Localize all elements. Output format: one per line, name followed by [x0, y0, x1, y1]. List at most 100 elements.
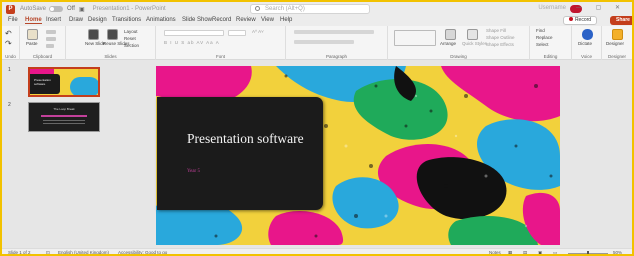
quick-styles-label: Quick Styles	[462, 41, 488, 46]
find-button[interactable]: Find	[536, 28, 545, 33]
slides-group-label: Slides	[104, 54, 117, 59]
tab-transitions[interactable]: Transitions	[112, 17, 141, 23]
list-buttons[interactable]	[294, 30, 374, 34]
tab-draw[interactable]: Draw	[69, 17, 83, 23]
title-bar: P AutoSave Off ▣ Presentation1 - PowerPo…	[2, 2, 632, 16]
shape-fill-button[interactable]: Shape Fill	[486, 28, 506, 33]
tab-review[interactable]: Review	[236, 17, 256, 23]
zoom-level[interactable]: 50%	[613, 250, 622, 255]
undo-group-label: Undo	[5, 54, 16, 59]
slide-counter: Slide 1 of 2	[8, 250, 31, 255]
accessibility-status[interactable]: Accessibility: Good to go	[118, 250, 167, 255]
tab-design[interactable]: Design	[88, 17, 107, 23]
font-family-select[interactable]	[164, 30, 224, 36]
designer-group: Designer Designer	[602, 26, 632, 60]
notes-button[interactable]: Notes	[489, 250, 501, 255]
reset-button[interactable]: Reset	[124, 36, 136, 41]
drawing-group: Arrange Quick Styles Shape Fill Shape Ou…	[388, 26, 530, 60]
record-button[interactable]: Record	[563, 16, 597, 25]
editing-group-label: Editing	[543, 54, 558, 59]
layout-button[interactable]: Layout	[124, 29, 138, 34]
tab-record[interactable]: Record	[212, 17, 231, 23]
tab-insert[interactable]: Insert	[46, 17, 61, 23]
undo-group: ↶ ↷ Undo	[2, 26, 20, 60]
drawing-group-label: Drawing	[450, 54, 467, 59]
voice-group: Dictate Voice	[572, 26, 602, 60]
powerpoint-logo-icon: P	[6, 4, 15, 14]
slide-sorter-icon[interactable]: ▤	[523, 250, 527, 256]
replace-button[interactable]: Replace	[536, 35, 553, 40]
undo-icon[interactable]: ↶	[5, 29, 12, 38]
cut-icon[interactable]	[46, 30, 56, 34]
clipboard-group-label: Clipboard	[32, 54, 53, 59]
paragraph-group: Paragraph	[286, 26, 388, 60]
paragraph-group-label: Paragraph	[325, 54, 347, 59]
microphone-icon[interactable]	[582, 29, 593, 40]
editing-group: Find Replace Select Editing	[530, 26, 572, 60]
ribbon: ↶ ↷ Undo Paste Clipboard New Slide Reuse…	[2, 26, 632, 60]
paste-icon[interactable]	[27, 29, 38, 40]
thumbnail-content-line	[43, 120, 85, 121]
new-slide-icon[interactable]	[88, 29, 99, 40]
reading-view-icon[interactable]: ▣	[538, 250, 542, 256]
autosave-toggle[interactable]	[49, 6, 64, 12]
align-buttons[interactable]	[294, 40, 354, 44]
thumbnail-slide-2[interactable]: The Loop Break	[28, 102, 100, 132]
clipboard-group: Paste Clipboard	[20, 26, 66, 60]
normal-view-icon[interactable]: ▦	[508, 250, 512, 256]
tab-home[interactable]: Home	[25, 17, 42, 24]
font-size-select[interactable]	[228, 30, 246, 36]
dictate-label: Dictate	[578, 41, 593, 46]
select-button[interactable]: Select	[536, 42, 549, 47]
search-input[interactable]: Search (Alt+Q)	[250, 4, 370, 14]
document-title: Presentation1 - PowerPoint	[92, 6, 166, 12]
thumbnail-content-line	[43, 123, 85, 124]
tab-slide-show[interactable]: Slide Show	[182, 17, 212, 23]
font-group: A^ A˅ B I U S ab AV Aa A Font	[156, 26, 286, 60]
record-icon	[568, 17, 573, 21]
format-painter-icon[interactable]	[46, 44, 54, 48]
reuse-slides-icon[interactable]	[107, 29, 118, 40]
window-controls[interactable]: — ▢ ✕	[576, 4, 626, 11]
user-name[interactable]: Username	[538, 5, 566, 11]
section-button[interactable]: Section	[124, 43, 139, 48]
redo-icon[interactable]: ↷	[5, 39, 12, 48]
thumbnail-content-line	[41, 115, 87, 117]
arrange-label: Arrange	[440, 41, 457, 46]
tab-animations[interactable]: Animations	[146, 17, 176, 23]
share-button[interactable]: Share	[610, 16, 634, 25]
autosave-state: Off	[67, 6, 75, 12]
quick-styles-icon[interactable]	[467, 29, 478, 40]
slide-title[interactable]: Presentation software	[187, 131, 317, 146]
thumbnail-title: Presentation software	[34, 78, 51, 86]
shape-effects-button[interactable]: Shape Effects	[486, 42, 514, 47]
ribbon-tabs: File Home Insert Draw Design Transitions…	[2, 16, 634, 26]
zoom-slider-thumb[interactable]	[587, 251, 589, 256]
language-status[interactable]: English (United Kingdom)	[58, 250, 109, 255]
tab-file[interactable]: File	[8, 17, 18, 23]
thumbnail-number: 1	[8, 67, 11, 73]
slide-thumbnails-pane: 1 Presentation software 2 The Loop Break	[2, 61, 100, 247]
font-group-label: Font	[215, 54, 225, 59]
font-format-buttons[interactable]: B I U S ab AV Aa A	[164, 40, 220, 45]
shapes-gallery[interactable]	[394, 30, 436, 46]
designer-label: Designer	[606, 41, 625, 46]
slideshow-icon[interactable]: ▭	[553, 250, 557, 256]
slide-subtitle[interactable]: Year 5	[187, 169, 200, 174]
spellcheck-icon[interactable]: ⊡	[46, 250, 50, 256]
tab-help[interactable]: Help	[280, 17, 292, 23]
copy-icon[interactable]	[46, 37, 56, 41]
save-icon[interactable]: ▣	[79, 6, 85, 13]
designer-icon[interactable]	[612, 29, 623, 40]
arrange-icon[interactable]	[445, 29, 456, 40]
slides-group: New Slide Reuse Slides Layout Reset Sect…	[66, 26, 156, 60]
shape-outline-button[interactable]: Shape Outline	[486, 35, 515, 40]
record-label: Record	[574, 17, 592, 23]
slide-title-box[interactable]: Presentation software Year 5	[157, 97, 323, 210]
thumbnail-blob-blue	[70, 77, 98, 95]
search-placeholder: Search (Alt+Q)	[265, 6, 305, 12]
thumbnail-slide-1[interactable]: Presentation software	[28, 67, 100, 97]
tab-view[interactable]: View	[261, 17, 274, 23]
thumbnail-title: The Loop Break	[53, 107, 75, 111]
grow-font-icon[interactable]: A^ A˅	[252, 29, 264, 34]
